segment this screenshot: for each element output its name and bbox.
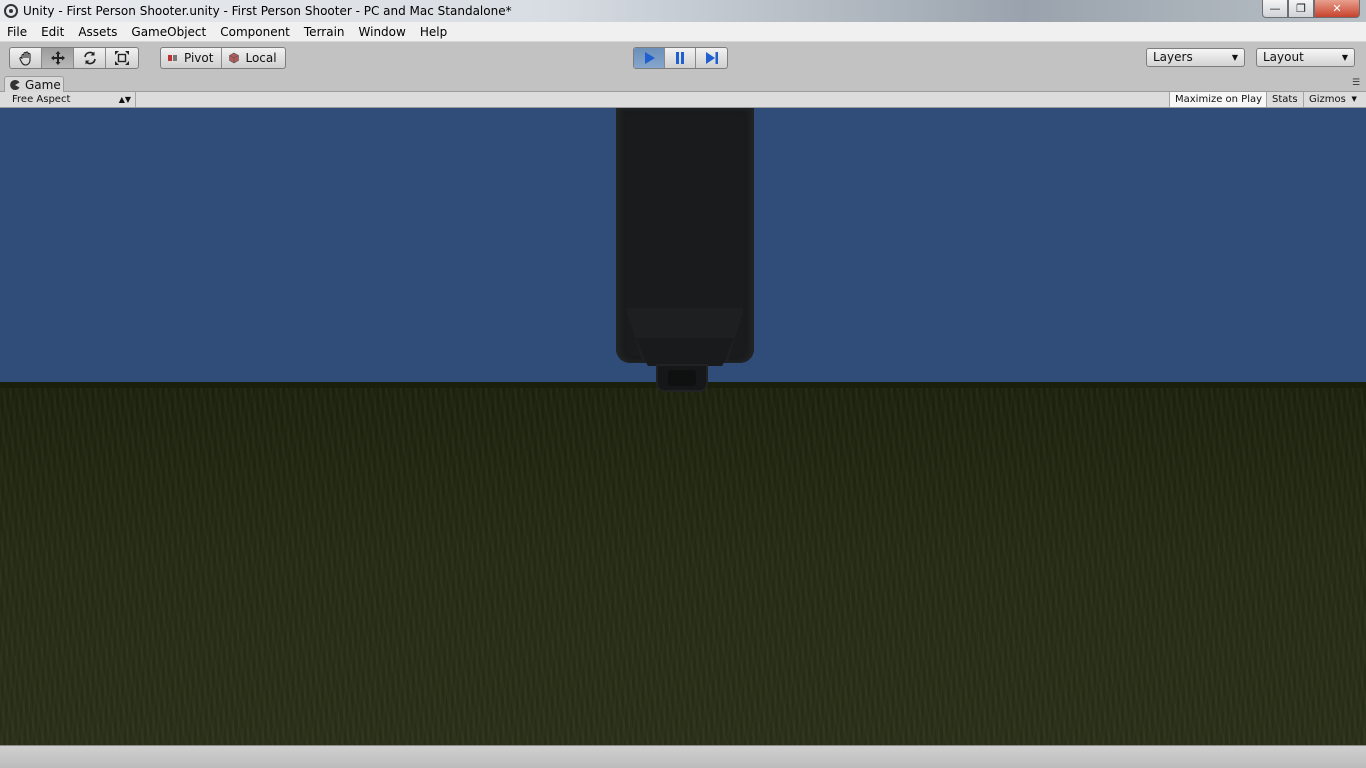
- layers-dropdown[interactable]: Layers ▼: [1146, 48, 1245, 67]
- local-cube-icon: [229, 52, 240, 64]
- chevron-down-icon: ▼: [1231, 53, 1238, 62]
- local-toggle[interactable]: Local: [222, 48, 284, 68]
- move-icon: [50, 51, 65, 65]
- tab-game-label: Game: [25, 78, 61, 92]
- play-icon: [645, 52, 655, 64]
- tab-game[interactable]: Game: [4, 76, 64, 93]
- play-button[interactable]: [634, 48, 665, 68]
- aspect-label: Free Aspect: [12, 94, 71, 105]
- menu-window[interactable]: Window: [352, 22, 413, 42]
- step-icon: [705, 52, 718, 64]
- hand-tool-button[interactable]: [10, 48, 42, 68]
- menu-help[interactable]: Help: [413, 22, 454, 42]
- pause-button[interactable]: [665, 48, 696, 68]
- pivot-local-group: Pivot Local: [160, 47, 286, 69]
- close-button[interactable]: ✕: [1314, 0, 1360, 18]
- hand-icon: [18, 51, 31, 66]
- menu-bar: File Edit Assets GameObject Component Te…: [0, 22, 1366, 42]
- window-title: Unity - First Person Shooter.unity - Fir…: [23, 4, 512, 18]
- game-tab-strip: Game ☰: [0, 74, 1366, 93]
- gizmos-dropdown[interactable]: Gizmos ▼: [1303, 92, 1360, 107]
- layers-label: Layers: [1153, 50, 1193, 64]
- game-pacman-icon: [10, 80, 20, 90]
- weapon-taper-lower: [636, 338, 734, 366]
- minimize-button[interactable]: —: [1262, 0, 1288, 18]
- pivot-icon: [168, 55, 177, 61]
- pivot-label: Pivot: [184, 51, 214, 65]
- stats-toggle[interactable]: Stats: [1266, 92, 1303, 107]
- scale-tool-button[interactable]: [106, 48, 138, 68]
- menu-assets[interactable]: Assets: [71, 22, 124, 42]
- window-controls: — ❐ ✕: [1262, 0, 1360, 18]
- panel-menu-icon[interactable]: ☰: [1352, 78, 1362, 88]
- layout-label: Layout: [1263, 50, 1304, 64]
- gizmos-label: Gizmos: [1309, 94, 1346, 105]
- menu-terrain[interactable]: Terrain: [297, 22, 352, 42]
- move-tool-button[interactable]: [42, 48, 74, 68]
- toolbar: Pivot Local Layers ▼ Layout ▼: [0, 43, 1366, 74]
- game-viewport[interactable]: [0, 108, 1366, 745]
- transform-tools: [9, 47, 139, 69]
- rotate-tool-button[interactable]: [74, 48, 106, 68]
- menu-component[interactable]: Component: [213, 22, 297, 42]
- status-bar: [0, 745, 1366, 768]
- chevron-down-icon: ▼: [1341, 53, 1348, 62]
- maximize-on-play-toggle[interactable]: Maximize on Play: [1169, 92, 1268, 107]
- layout-dropdown[interactable]: Layout ▼: [1256, 48, 1355, 67]
- pause-icon: [676, 52, 684, 64]
- local-label: Local: [245, 51, 277, 65]
- scale-icon: [115, 51, 129, 65]
- rotate-icon: [83, 51, 96, 65]
- step-button[interactable]: [696, 48, 727, 68]
- unity-logo-icon: [4, 4, 18, 18]
- play-controls: [633, 47, 728, 69]
- menu-file[interactable]: File: [0, 22, 34, 42]
- menu-edit[interactable]: Edit: [34, 22, 71, 42]
- aspect-dropdown[interactable]: Free Aspect ▲▼: [5, 92, 136, 107]
- chevron-down-icon: ▼: [1351, 95, 1357, 103]
- restore-button[interactable]: ❐: [1288, 0, 1314, 18]
- game-view-bar: Free Aspect ▲▼ Maximize on Play Stats Gi…: [0, 92, 1366, 108]
- title-bar[interactable]: Unity - First Person Shooter.unity - Fir…: [0, 0, 1366, 22]
- pivot-toggle[interactable]: Pivot: [161, 48, 223, 68]
- grass-terrain: [0, 382, 1366, 745]
- weapon-muzzle-opening: [668, 370, 696, 386]
- updown-arrow-icon: ▲▼: [118, 95, 131, 104]
- menu-gameobject[interactable]: GameObject: [124, 22, 213, 42]
